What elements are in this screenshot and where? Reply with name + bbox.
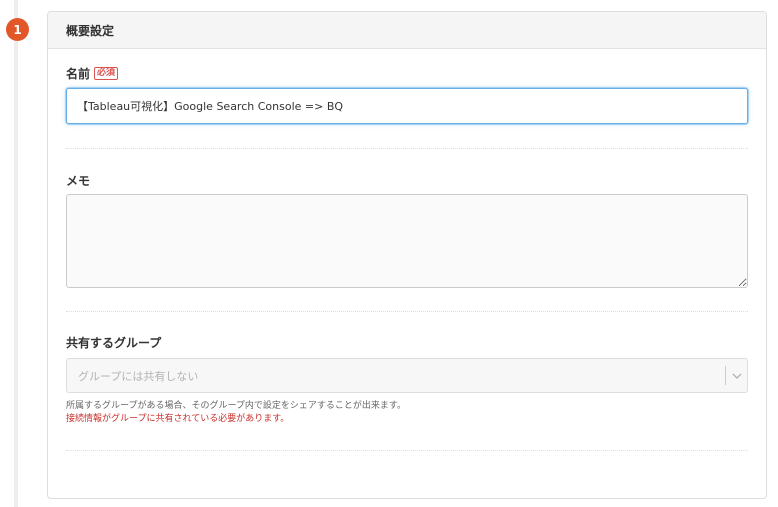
group-select-value: グループには共有しない [78,369,199,383]
divider [66,311,748,312]
section-header: 概要設定 [48,12,766,49]
name-field-label: 名前 必須 [66,65,119,82]
divider [66,450,748,451]
memo-textarea[interactable] [66,194,748,288]
group-label-text: 共有するグループ [66,336,162,350]
settings-page: 1 概要設定 名前 必須 メモ 共有するグループ グループには共有しない [0,0,778,507]
divider [66,148,748,149]
chevron-down-icon[interactable] [726,359,747,392]
group-warning-text: 接続情報がグループに共有されている必要があります。 [66,414,290,424]
section-title: 概要設定 [66,23,115,38]
memo-field-label: メモ [66,172,90,189]
shared-group-select[interactable]: グループには共有しない [66,358,748,393]
group-field-label: 共有するグループ [66,334,161,351]
name-label-text: 名前 [66,67,91,81]
required-badge: 必須 [94,67,119,80]
group-help-text: 所属するグループがある場合、そのグループ内で設定をシェアすることが出来ます。 [66,401,407,411]
step-number-badge: 1 [6,18,29,41]
name-input[interactable] [66,88,748,124]
memo-label-text: メモ [66,174,91,188]
overview-settings-card: 概要設定 名前 必須 メモ 共有するグループ グループには共有しない [47,11,767,499]
step-timeline [14,0,18,507]
